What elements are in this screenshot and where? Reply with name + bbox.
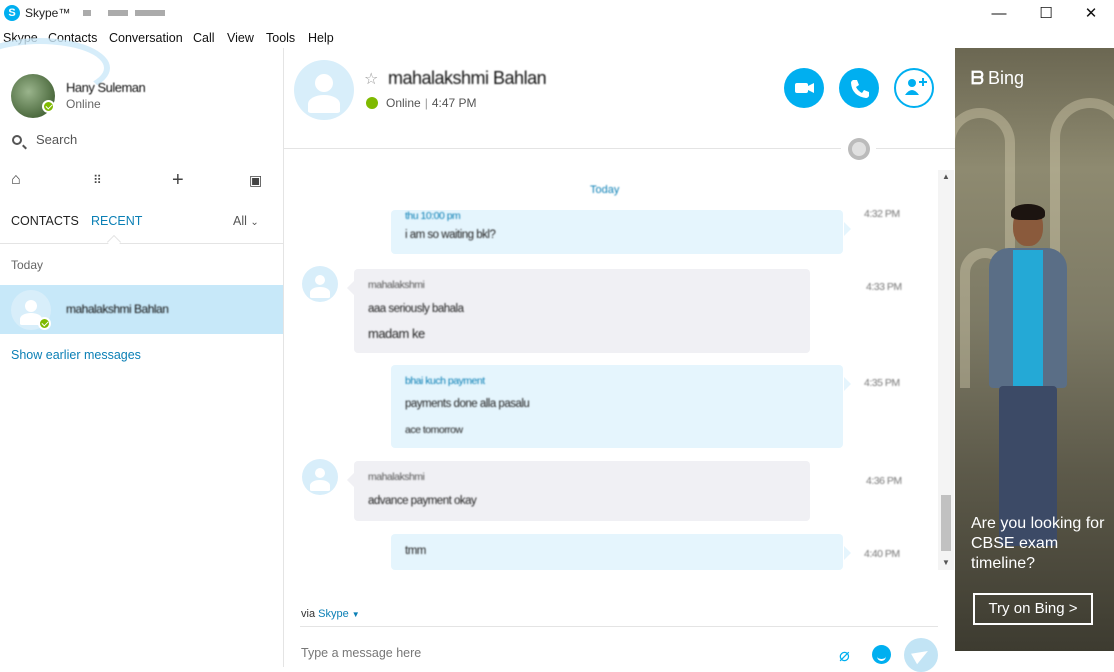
conversation-title[interactable]: mahalakshmi Bahlan (388, 68, 547, 89)
chevron-down-icon: ▼ (351, 610, 360, 619)
contact-avatar-large[interactable] (294, 60, 354, 120)
close-button[interactable]: ✕ (1068, 0, 1114, 28)
message-input[interactable]: Type a message here (301, 646, 421, 660)
title-redaction (83, 10, 91, 16)
search-input[interactable]: Search (10, 132, 270, 154)
via-selector[interactable]: via Skype ▼ (301, 608, 360, 620)
chevron-down-icon: ⌄ (250, 217, 259, 228)
ad-banner[interactable]: ᗷ Bing Are you looking for CBSE exam time… (955, 48, 1114, 651)
tab-contacts[interactable]: CONTACTS (11, 214, 79, 228)
message-timestamp: 4:35 PM (864, 377, 900, 389)
contact-avatar[interactable] (302, 266, 338, 302)
message-line: i am so waiting bkl? (405, 229, 496, 241)
tab-indicator (106, 234, 122, 250)
menu-help[interactable]: Help (308, 31, 334, 45)
scroll-thumb[interactable] (941, 495, 951, 551)
profile-name[interactable]: Hany Suleman (66, 80, 146, 95)
message-sender: mahalakshmi (368, 279, 425, 291)
menu-bar: Skype Contacts Conversation Call View To… (0, 28, 1114, 48)
filter-dropdown[interactable]: All ⌄ (233, 214, 259, 228)
message-bubble-outgoing[interactable]: tmm (391, 534, 851, 570)
add-person-icon (905, 78, 927, 95)
scroll-down-icon[interactable]: ▼ (938, 556, 954, 570)
message-bubble-incoming[interactable]: mahalakshmi aaa seriously bahala madam k… (347, 269, 810, 353)
online-status-icon (42, 100, 55, 113)
message-line: ace tomorrow (405, 424, 463, 436)
message-sender: mahalakshmi (368, 471, 425, 483)
title-redaction (108, 10, 128, 16)
profile-status[interactable]: Online (66, 97, 101, 111)
search-placeholder: Search (36, 132, 78, 147)
message-bubble-outgoing[interactable]: thu 10:00 pm i am so waiting bkl? (391, 210, 851, 254)
filter-label: All (233, 214, 247, 228)
message-line: madam ke (368, 326, 425, 341)
audio-call-button[interactable] (839, 68, 879, 108)
message-line: tmm (405, 545, 426, 557)
emoticon-icon[interactable] (872, 645, 891, 664)
message-line: bhai kuch payment (405, 375, 485, 387)
minimize-button[interactable]: — (976, 0, 1022, 28)
message-timestamp: 4:40 PM (864, 548, 900, 560)
nav-toolbar: ⌂ ⠿ + ▣ (0, 168, 284, 192)
sidebar: Hany Suleman Online Search ⌂ ⠿ + ▣ CONTA… (0, 38, 284, 667)
contact-avatar[interactable] (302, 459, 338, 495)
add-icon[interactable]: + (172, 168, 184, 192)
message-line: thu 10:00 pm (405, 210, 461, 222)
scroll-up-icon[interactable]: ▲ (938, 170, 954, 184)
phone-icon (851, 80, 869, 98)
scrollbar[interactable]: ▲ ▼ (938, 170, 954, 570)
ad-headline: Are you looking for CBSE exam timeline? (971, 515, 1105, 572)
day-separator: Today (590, 184, 620, 196)
ad-image (987, 204, 1067, 546)
menu-conversation[interactable]: Conversation (109, 31, 183, 45)
maximize-button[interactable]: ☐ (1023, 0, 1069, 28)
attach-file-icon[interactable]: ⌀ (839, 645, 850, 666)
home-icon[interactable]: ⌂ (11, 168, 21, 192)
via-link[interactable]: Skype (318, 608, 349, 620)
status-text: Online (386, 96, 421, 110)
globe-icon[interactable] (848, 138, 870, 160)
message-line: advance payment okay (368, 495, 477, 507)
tab-recent[interactable]: RECENT (91, 214, 142, 228)
message-timestamp: 4:33 PM (866, 281, 902, 293)
window-title: Skype™ (25, 6, 71, 20)
local-time: 4:47 PM (431, 96, 477, 110)
bing-logo: ᗷ Bing (971, 68, 1025, 88)
show-earlier-link[interactable]: Show earlier messages (11, 348, 141, 362)
contact-tabs: CONTACTS RECENT All ⌄ (0, 208, 284, 250)
ad-cta-button[interactable]: Try on Bing > (973, 593, 1093, 625)
message-line: payments done alla pasalu (405, 398, 530, 410)
online-status-icon (366, 97, 378, 109)
divider (876, 148, 955, 149)
message-bubble-outgoing[interactable]: bhai kuch payment payments done alla pas… (391, 365, 851, 448)
add-people-button[interactable] (894, 68, 934, 108)
conversation-pane: ☆ mahalakshmi Bahlan Online | 4:47 PM Toda… (284, 48, 955, 672)
message-timestamp: 4:36 PM (866, 475, 902, 487)
list-item[interactable]: mahalakshmi Bahlan (0, 285, 283, 334)
menu-view[interactable]: View (227, 31, 254, 45)
section-label: Today (11, 258, 44, 272)
divider (284, 148, 841, 149)
via-label: via (301, 608, 316, 620)
contact-name: mahalakshmi Bahlan (66, 302, 169, 316)
favorite-star-icon[interactable]: ☆ (364, 69, 378, 89)
contact-status: Online | 4:47 PM (366, 96, 477, 110)
video-call-button[interactable] (784, 68, 824, 108)
search-icon (12, 135, 22, 145)
menu-call[interactable]: Call (193, 31, 215, 45)
skype-logo-icon: S (4, 5, 20, 21)
ad-brand: Bing (988, 68, 1025, 88)
separator: | (424, 96, 428, 110)
menu-tools[interactable]: Tools (266, 31, 295, 45)
video-camera-icon (795, 83, 814, 93)
title-bar: S Skype™ — ☐ ✕ (0, 0, 1114, 28)
bot-icon[interactable]: ▣ (249, 168, 262, 192)
divider (300, 626, 938, 627)
message-timestamp: 4:32 PM (864, 208, 900, 220)
message-bubble-incoming[interactable]: mahalakshmi advance payment okay (347, 461, 810, 521)
online-status-icon (38, 317, 51, 330)
dialpad-icon[interactable]: ⠿ (93, 168, 102, 192)
title-redaction (135, 10, 165, 16)
message-line: aaa seriously bahala (368, 303, 464, 315)
